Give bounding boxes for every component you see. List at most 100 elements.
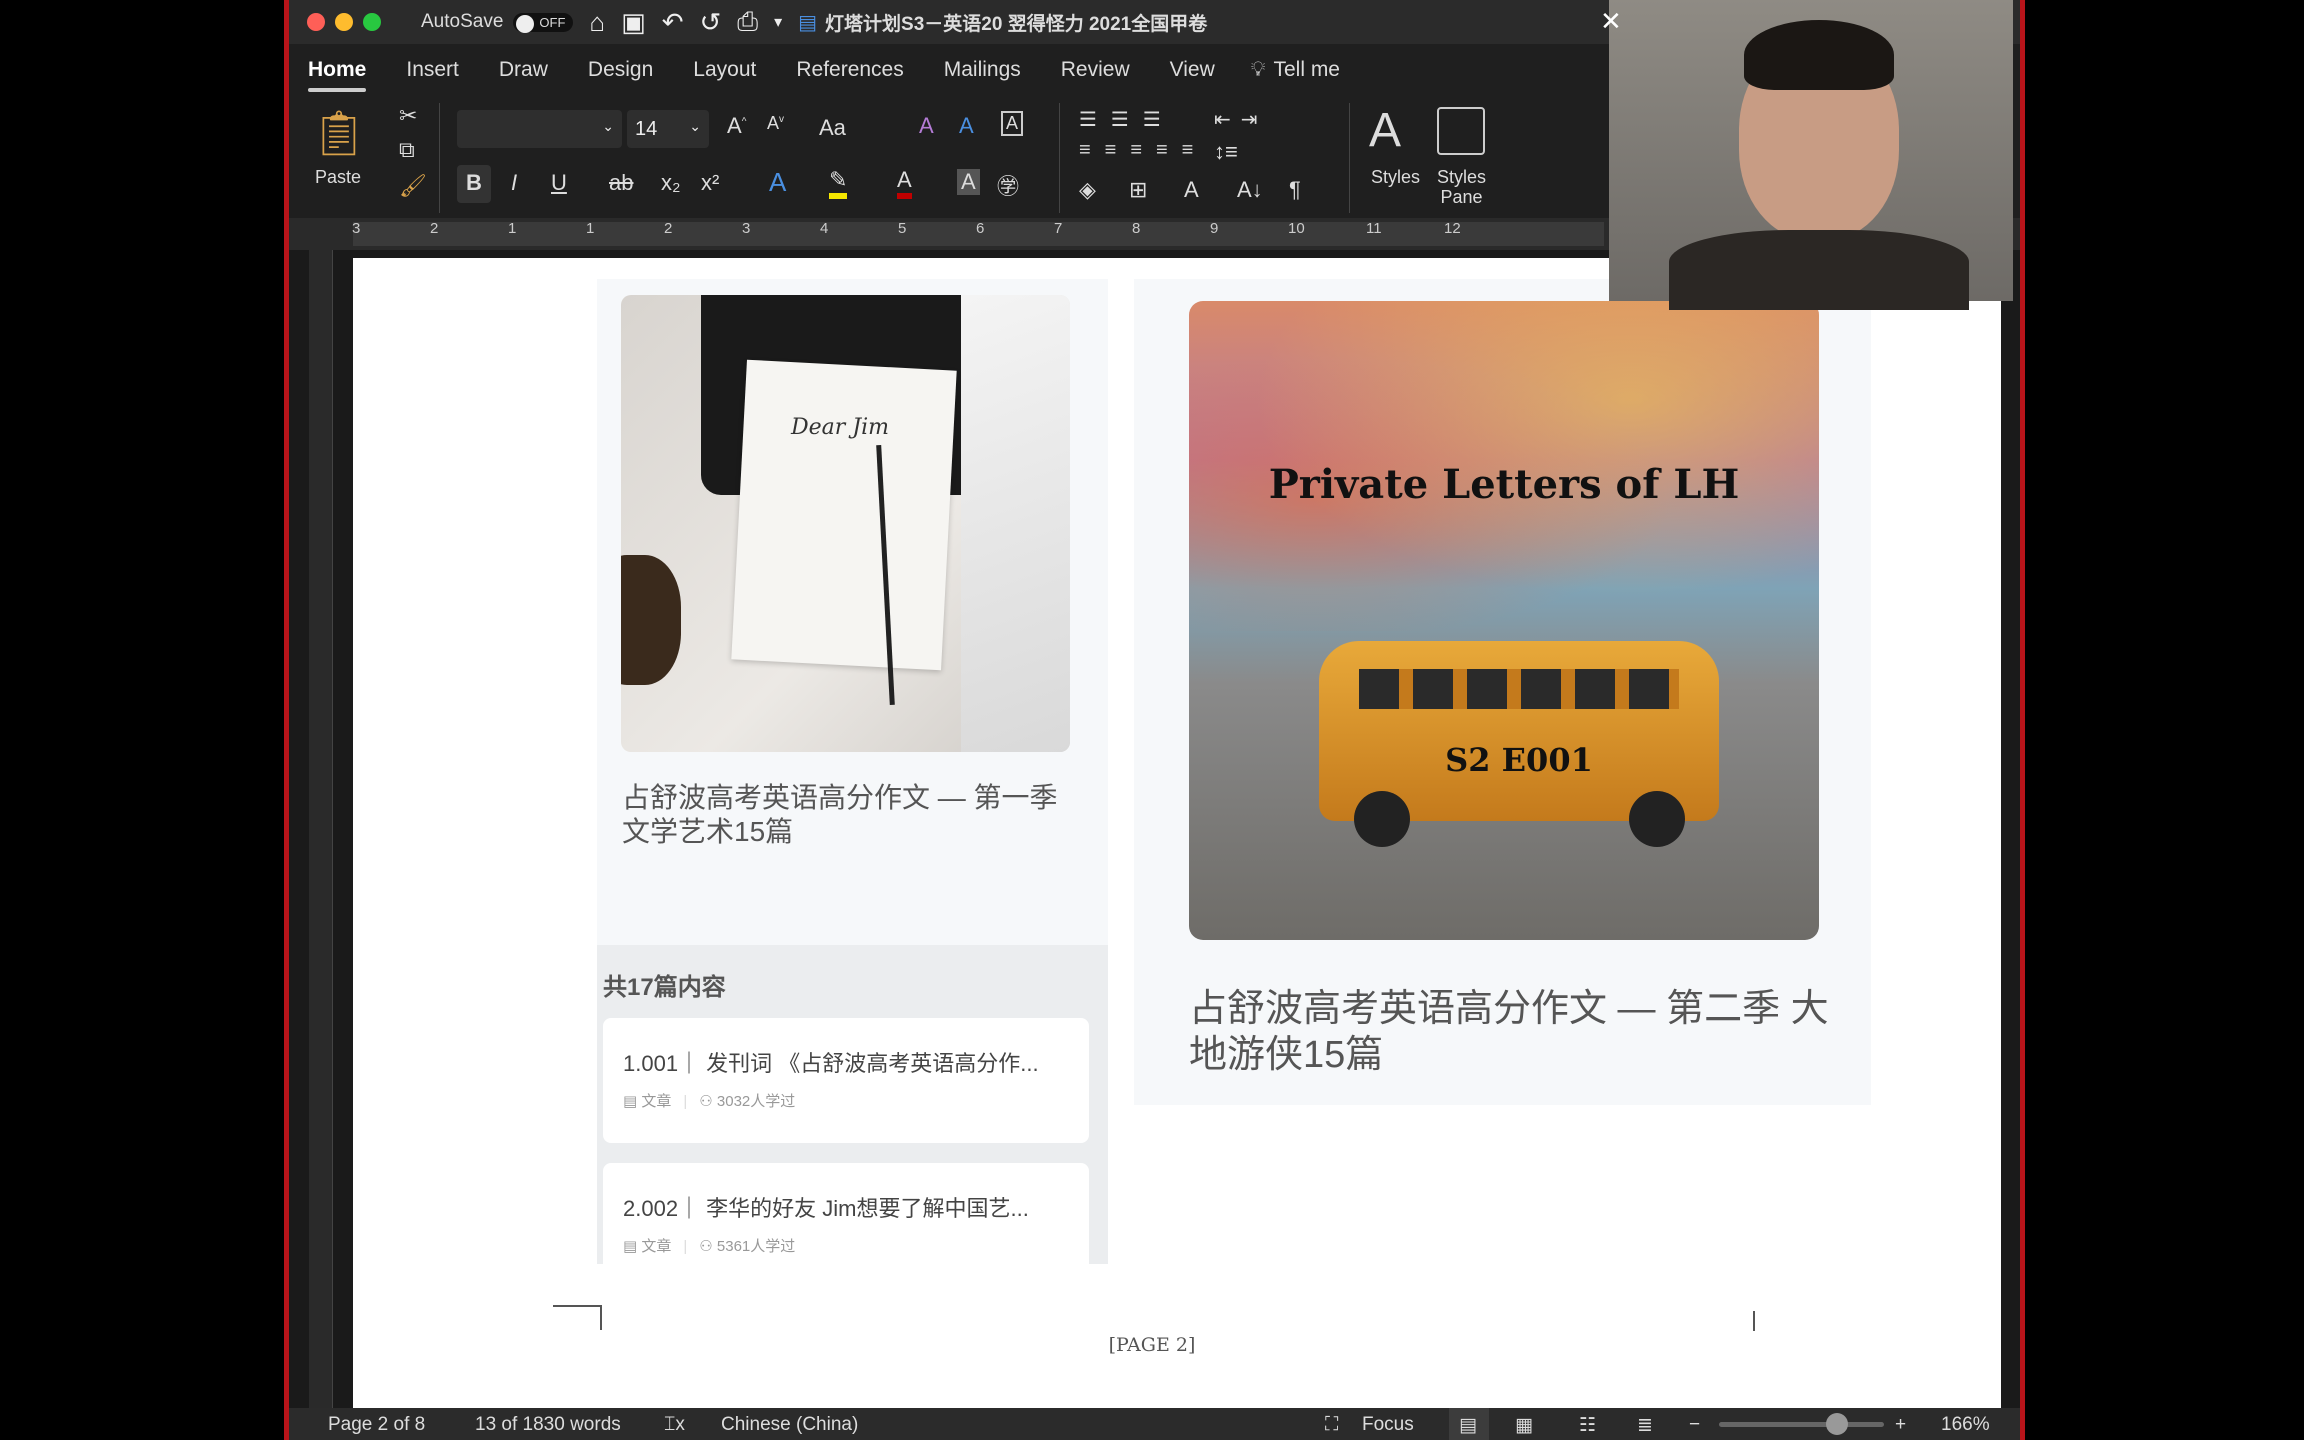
- tab-draw[interactable]: Draw: [499, 58, 548, 82]
- bold-button[interactable]: B: [457, 165, 491, 203]
- tab-insert[interactable]: Insert: [406, 58, 459, 82]
- subscript-icon[interactable]: x₂: [661, 170, 681, 196]
- list-item-learners: 3032人学过: [716, 1093, 796, 1110]
- save-icon[interactable]: ▣: [621, 7, 646, 38]
- change-case-button[interactable]: Aa: [819, 115, 846, 141]
- text-direction-icon[interactable]: A: [1184, 177, 1199, 203]
- outline-icon[interactable]: ☷: [1579, 1414, 1596, 1437]
- underline-button[interactable]: U: [551, 170, 567, 196]
- document-page[interactable]: Dear Jim 占舒波高考英语高分作文 — 第一季 文学艺术15篇 共17篇内…: [353, 258, 2001, 1408]
- line-spacing-icon[interactable]: ↕≡: [1214, 139, 1238, 165]
- list-item-title: 1.001｜ 发刊词 《占舒波高考英语高分作...: [623, 1051, 1039, 1076]
- page-count[interactable]: Page 2 of 8: [328, 1414, 425, 1436]
- course-card-season-2[interactable]: Private Letters of LH S2 E001 占舒波高考英语高分作…: [1134, 279, 1871, 1105]
- ruler-tick-label: 6: [976, 220, 985, 237]
- styles-pane-icon[interactable]: [1437, 107, 1485, 155]
- ruler-tick-label: 11: [1366, 220, 1382, 237]
- paste-icon[interactable]: 📋︎: [311, 107, 367, 159]
- styles-label[interactable]: Styles: [1371, 167, 1420, 188]
- ruler-tick-label: 7: [1054, 220, 1063, 237]
- redo-icon[interactable]: ↺: [700, 7, 722, 38]
- page-corner-mark-right: [1753, 1311, 1755, 1331]
- document-title[interactable]: 灯塔计划S3－英语20 翌得怪力 2021全国甲卷: [825, 9, 1207, 36]
- text-effects-color-icon[interactable]: A: [769, 167, 786, 198]
- autosave-toggle[interactable]: OFF: [513, 12, 574, 33]
- shading-icon[interactable]: ◈: [1079, 177, 1096, 203]
- minimize-window-button[interactable]: [335, 13, 353, 31]
- web-layout-icon[interactable]: ▦: [1515, 1414, 1533, 1437]
- character-shading-icon[interactable]: A: [957, 169, 980, 195]
- italic-button[interactable]: I: [511, 170, 517, 196]
- paste-label[interactable]: Paste: [315, 167, 361, 188]
- course-title-season-1[interactable]: 占舒波高考英语高分作文 — 第一季 文学艺术15篇: [622, 781, 1082, 849]
- print-layout-icon[interactable]: ▤: [1449, 1408, 1489, 1440]
- phonetic-guide-icon[interactable]: ㊫: [997, 169, 1019, 201]
- close-window-button[interactable]: [307, 13, 325, 31]
- borders-icon[interactable]: ⊞: [1129, 177, 1147, 203]
- page-corner-mark: [553, 1305, 602, 1330]
- tell-me-search[interactable]: Tell me: [1273, 58, 1340, 82]
- tab-design[interactable]: Design: [588, 58, 653, 82]
- course-card-season-1[interactable]: Dear Jim 占舒波高考英语高分作文 — 第一季 文学艺术15篇 共17篇内…: [597, 279, 1108, 1264]
- format-painter-icon[interactable]: 🖌︎: [399, 173, 427, 199]
- status-bar: Page 2 of 8 13 of 1830 words ⌶x Chinese …: [289, 1408, 2020, 1440]
- course-title-season-2[interactable]: 占舒波高考英语高分作文 — 第二季 大地游侠15篇: [1189, 986, 1849, 1078]
- copy-icon[interactable]: ⧉: [399, 137, 415, 163]
- tab-review[interactable]: Review: [1061, 58, 1130, 82]
- strikethrough-button[interactable]: ab: [609, 170, 633, 196]
- proofing-icon[interactable]: ⌶x: [664, 1414, 685, 1436]
- list-item-title: 2.002｜ 李华的好友 Jim想要了解中国艺...: [623, 1196, 1029, 1221]
- clear-formatting-icon[interactable]: A: [919, 113, 934, 139]
- list-buttons[interactable]: ☰☰☰: [1079, 107, 1175, 132]
- zoom-level[interactable]: 166%: [1941, 1414, 1990, 1436]
- ruler-tick-label: 1: [508, 220, 517, 237]
- grow-font-icon[interactable]: A^: [727, 113, 746, 139]
- tab-layout[interactable]: Layout: [693, 58, 756, 82]
- indent-buttons[interactable]: ⇤⇥: [1214, 107, 1268, 132]
- print-icon[interactable]: ⎙: [737, 6, 758, 38]
- home-icon[interactable]: ⌂: [589, 7, 605, 38]
- customize-toolbar-icon[interactable]: ▾: [774, 12, 782, 32]
- zoom-slider[interactable]: [1719, 1413, 1884, 1435]
- maximize-window-button[interactable]: [363, 13, 381, 31]
- word-count[interactable]: 13 of 1830 words: [475, 1414, 621, 1436]
- contents-count: 共17篇内容: [603, 974, 726, 1001]
- styles-gallery-icon[interactable]: A: [1369, 103, 1401, 158]
- tab-mailings[interactable]: Mailings: [944, 58, 1021, 82]
- font-color-icon[interactable]: A: [897, 167, 912, 199]
- zoom-out-button[interactable]: −: [1689, 1414, 1700, 1436]
- close-overlay-icon[interactable]: ✕: [1600, 6, 1622, 37]
- ruler-tick-label: 2: [664, 220, 673, 237]
- ruler-tick-label: 2: [430, 220, 439, 237]
- focus-button[interactable]: Focus: [1362, 1414, 1414, 1436]
- tab-view[interactable]: View: [1170, 58, 1215, 82]
- styles-pane-label-1: Styles: [1437, 167, 1487, 187]
- styles-pane-button[interactable]: Styles Pane: [1437, 167, 1486, 207]
- cut-icon[interactable]: ✂: [399, 103, 417, 129]
- ruler-tick-label: 9: [1210, 220, 1219, 237]
- shrink-font-icon[interactable]: Av: [767, 113, 784, 134]
- focus-icon[interactable]: ⛶: [1325, 1414, 1338, 1436]
- undo-icon[interactable]: ↶: [662, 7, 684, 38]
- list-item[interactable]: 1.001｜ 发刊词 《占舒波高考英语高分作... ▤ 文章 | ⚇ 3032人学过: [603, 1018, 1089, 1143]
- font-size-value: 14: [635, 118, 658, 140]
- tab-references[interactable]: References: [796, 58, 903, 82]
- text-effects-icon[interactable]: A: [959, 113, 974, 139]
- vertical-ruler[interactable]: [309, 250, 333, 1408]
- zoom-slider-thumb[interactable]: [1826, 1413, 1849, 1435]
- highlight-icon[interactable]: ✎: [829, 167, 848, 199]
- ruler-tick-label: 4: [820, 220, 829, 237]
- tab-home[interactable]: Home: [308, 58, 367, 92]
- superscript-icon[interactable]: x²: [701, 170, 719, 196]
- zoom-in-button[interactable]: +: [1895, 1414, 1906, 1436]
- language[interactable]: Chinese (China): [721, 1414, 858, 1436]
- show-formatting-icon[interactable]: ¶: [1289, 177, 1301, 203]
- list-item[interactable]: 2.002｜ 李华的好友 Jim想要了解中国艺... ▤ 文章 | ⚇ 5361人学…: [603, 1163, 1089, 1264]
- alignment-buttons[interactable]: ≡≡≡≡≡: [1079, 139, 1207, 162]
- character-border-icon[interactable]: A: [1001, 111, 1024, 136]
- draft-icon[interactable]: ≣: [1637, 1414, 1653, 1437]
- sort-icon[interactable]: A↓: [1237, 177, 1263, 203]
- font-size-select[interactable]: 14 ⌄: [627, 110, 709, 148]
- font-name-select[interactable]: ⌄: [457, 110, 622, 148]
- ruler-tick-label: 12: [1444, 220, 1461, 237]
